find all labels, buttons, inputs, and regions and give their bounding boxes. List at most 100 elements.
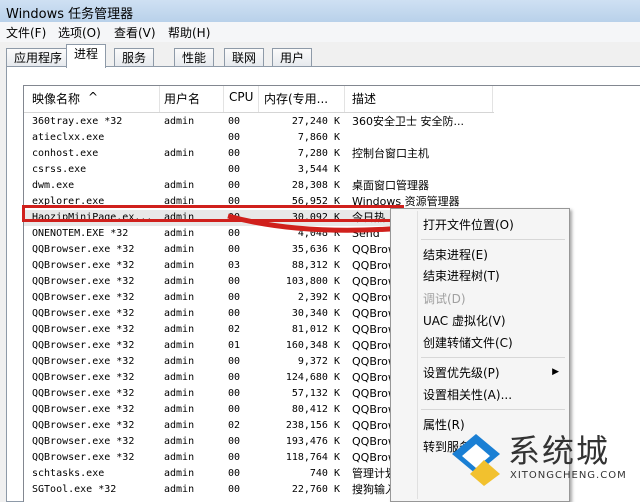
- cell-cpu: 00: [228, 372, 241, 383]
- cell-user: admin: [164, 116, 195, 127]
- menu-item-open-file-location[interactable]: 打开文件位置(O): [423, 215, 514, 235]
- tab-applications[interactable]: 应用程序: [6, 48, 71, 68]
- cell-name: atieclxx.exe: [32, 132, 105, 143]
- cell-cpu: 00: [228, 292, 241, 303]
- cell-user: admin: [164, 180, 195, 191]
- col-cpu[interactable]: CPU: [229, 90, 253, 104]
- table-row[interactable]: atieclxx.exe 00 7,860 K: [24, 130, 494, 146]
- cell-name: QQBrowser.exe *32: [32, 404, 135, 415]
- cell-mem: 57,132 K: [291, 388, 340, 399]
- cell-cpu: 00: [228, 164, 241, 175]
- cell-cpu: 03: [228, 260, 241, 271]
- menu-item-end-process-tree[interactable]: 结束进程树(T): [423, 266, 500, 286]
- cell-user: admin: [164, 436, 195, 447]
- cell-user: admin: [164, 388, 195, 399]
- cell-name: QQBrowser.exe *32: [32, 292, 135, 303]
- menu-item-create-dump[interactable]: 创建转储文件(C): [423, 333, 513, 353]
- column-divider[interactable]: [159, 86, 160, 112]
- cell-user: admin: [164, 276, 195, 287]
- cell-user: admin: [164, 404, 195, 415]
- cell-cpu: 00: [228, 148, 241, 159]
- tab-services[interactable]: 服务: [114, 48, 155, 68]
- cell-user: admin: [164, 372, 195, 383]
- cell-desc: 桌面窗口管理器: [352, 179, 429, 192]
- cell-mem: 103,800 K: [285, 276, 340, 287]
- tab-processes[interactable]: 进程: [66, 44, 107, 68]
- cell-mem: 124,680 K: [285, 372, 340, 383]
- cell-mem: 80,412 K: [291, 404, 340, 415]
- cell-user: admin: [164, 484, 195, 495]
- menu-file[interactable]: 文件(F): [6, 24, 46, 41]
- cell-user: admin: [164, 260, 195, 271]
- cell-mem: 88,312 K: [291, 260, 340, 271]
- cell-cpu: 00: [228, 452, 241, 463]
- col-image-name[interactable]: 映像名称: [32, 90, 80, 107]
- highlight-selected-row: [22, 205, 404, 222]
- sort-ascending-icon: ^: [88, 90, 99, 104]
- menu-gutter: [417, 211, 418, 499]
- cell-cpu: 00: [228, 132, 241, 143]
- cell-cpu: 00: [228, 228, 241, 239]
- column-divider[interactable]: [344, 86, 345, 112]
- cell-name: dwm.exe: [32, 180, 75, 191]
- cell-name: QQBrowser.exe *32: [32, 324, 135, 335]
- cell-name: QQBrowser.exe *32: [32, 308, 135, 319]
- menu-item-end-process[interactable]: 结束进程(E): [423, 245, 488, 265]
- menu-item-set-affinity[interactable]: 设置相关性(A)...: [423, 385, 512, 405]
- table-row[interactable]: csrss.exe 00 3,544 K: [24, 162, 494, 178]
- cell-cpu: 00: [228, 244, 241, 255]
- cell-name: QQBrowser.exe *32: [32, 276, 135, 287]
- watermark-brand: 系统城: [508, 432, 611, 470]
- cell-mem: 193,476 K: [285, 436, 340, 447]
- column-divider[interactable]: [258, 86, 259, 112]
- cell-name: QQBrowser.exe *32: [32, 372, 135, 383]
- menu-options[interactable]: 选项(O): [58, 24, 101, 41]
- cell-mem: 238,156 K: [285, 420, 340, 431]
- cell-cpu: 00: [228, 356, 241, 367]
- cell-user: admin: [164, 148, 195, 159]
- table-row[interactable]: dwm.exe admin 00 28,308 K 桌面窗口管理器: [24, 178, 494, 194]
- cell-mem: 118,764 K: [285, 452, 340, 463]
- cell-user: admin: [164, 244, 195, 255]
- cell-cpu: 00: [228, 484, 241, 495]
- cell-user: admin: [164, 468, 195, 479]
- cell-mem: 7,280 K: [297, 148, 340, 159]
- cell-mem: 81,012 K: [291, 324, 340, 335]
- cell-name: QQBrowser.exe *32: [32, 388, 135, 399]
- cell-mem: 2,392 K: [297, 292, 340, 303]
- cell-name: schtasks.exe: [32, 468, 105, 479]
- cell-user: admin: [164, 324, 195, 335]
- cell-desc: 360安全卫士 安全防...: [352, 115, 464, 128]
- cell-cpu: 00: [228, 180, 241, 191]
- menu-help[interactable]: 帮助(H): [168, 24, 210, 41]
- tab-networking[interactable]: 联网: [224, 48, 265, 68]
- watermark-logo-icon: [452, 434, 500, 486]
- tab-performance[interactable]: 性能: [174, 48, 215, 68]
- cell-mem: 27,240 K: [291, 116, 340, 127]
- menu-view[interactable]: 查看(V): [114, 24, 156, 41]
- cell-user: admin: [164, 452, 195, 463]
- column-divider[interactable]: [223, 86, 224, 112]
- menu-bar: 文件(F) 选项(O) 查看(V) 帮助(H): [0, 22, 640, 42]
- menu-item-set-priority[interactable]: 设置优先级(P): [423, 363, 500, 383]
- cell-mem: 7,860 K: [297, 132, 340, 143]
- menu-item-uac-virtualization[interactable]: UAC 虚拟化(V): [423, 311, 506, 331]
- cell-user: admin: [164, 340, 195, 351]
- table-row[interactable]: conhost.exe admin 00 7,280 K 控制台窗口主机: [24, 146, 494, 162]
- cell-name: QQBrowser.exe *32: [32, 420, 135, 431]
- column-divider[interactable]: [492, 86, 493, 112]
- cell-mem: 740 K: [309, 468, 340, 479]
- title-bar: Windows 任务管理器: [0, 0, 640, 23]
- col-memory[interactable]: 内存(专用...: [264, 90, 328, 107]
- column-header: 映像名称 ^ 用户名 CPU 内存(专用... 描述: [24, 86, 494, 113]
- cell-cpu: 00: [228, 116, 241, 127]
- cell-mem: 30,340 K: [291, 308, 340, 319]
- tab-users[interactable]: 用户: [272, 48, 313, 68]
- col-description[interactable]: 描述: [352, 90, 376, 107]
- cell-mem: 9,372 K: [297, 356, 340, 367]
- cell-user: admin: [164, 292, 195, 303]
- col-user-name[interactable]: 用户名: [164, 90, 200, 107]
- cell-mem: 35,636 K: [291, 244, 340, 255]
- table-row[interactable]: 360tray.exe *32 admin 00 27,240 K 360安全卫士 安全…: [24, 114, 494, 130]
- cell-name: 360tray.exe *32: [32, 116, 123, 127]
